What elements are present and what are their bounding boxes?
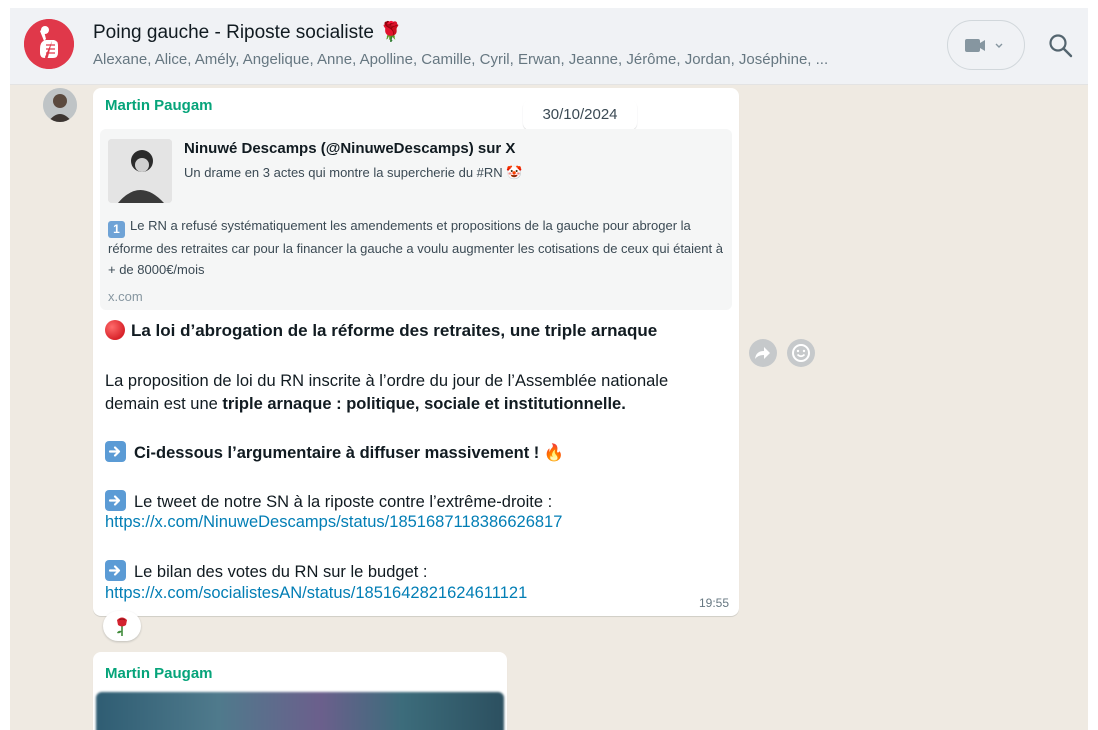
link-preview-subtitle: Un drame en 3 actes qui montre la superc… [184, 165, 523, 180]
link-preview-title: Ninuwé Descamps (@NinuweDescamps) sur X [184, 140, 516, 157]
message-bubble[interactable]: Martin Paugam 30/10/2024 Ninuwé Descamps… [93, 88, 739, 616]
message-headline: La loi d’abrogation de la réforme des re… [105, 320, 657, 341]
link-preview-domain: x.com [108, 289, 143, 304]
media-thumbnail[interactable] [96, 692, 504, 730]
react-button[interactable] [787, 339, 815, 367]
paragraph-bold-text: triple arnaque : politique, sociale et i… [222, 395, 626, 413]
search-button[interactable] [1046, 31, 1076, 61]
headline-text: La loi d’abrogation de la réforme des re… [131, 321, 658, 340]
right-arrow-icon [105, 560, 126, 581]
link-preview-description: 1 Le RN a refusé systématiquement les ame… [108, 215, 728, 280]
red-circle-icon [105, 320, 125, 340]
message-paragraph-line2: demain est une triple arnaque : politiqu… [105, 395, 626, 414]
callout-text: Ci-dessous l’argumentaire à diffuser mas… [134, 444, 565, 462]
link-preview-card[interactable]: Ninuwé Descamps (@NinuweDescamps) sur X … [100, 129, 732, 310]
chat-title[interactable]: Poing gauche - Riposte socialiste 🌹 [93, 20, 403, 44]
profile-photo-icon [108, 139, 172, 203]
forward-icon [755, 347, 770, 359]
message-paragraph-line1: La proposition de loi du RN inscrite à l… [105, 372, 669, 390]
paragraph-text: demain est une [105, 395, 223, 413]
tweet-label-line: Le tweet de notre SN à la riposte contre… [105, 490, 552, 512]
chat-area[interactable]: Martin Paugam 30/10/2024 Ninuwé Descamps… [10, 85, 1088, 730]
group-avatar[interactable] [24, 19, 74, 69]
message-sender[interactable]: Martin Paugam [105, 665, 213, 682]
window-right-margin [1088, 0, 1098, 730]
votes-label-text: Le bilan des votes du RN sur le budget : [134, 563, 428, 581]
tweet-link[interactable]: https://x.com/NinuweDescamps/status/1851… [105, 513, 562, 532]
fist-rose-logo-icon [24, 19, 74, 69]
tweet-label-text: Le tweet de notre SN à la riposte contre… [134, 493, 553, 511]
date-separator: 30/10/2024 [523, 100, 637, 130]
window-top-margin [0, 0, 1098, 8]
link-preview-thumbnail [108, 139, 172, 203]
video-call-button[interactable] [947, 20, 1025, 70]
message-sender[interactable]: Martin Paugam [105, 97, 213, 114]
search-icon [1049, 34, 1073, 58]
votes-label-line: Le bilan des votes du RN sur le budget : [105, 560, 428, 582]
window-left-margin [0, 0, 10, 730]
message-callout: Ci-dessous l’argumentaire à diffuser mas… [105, 441, 564, 463]
link-preview-body-text: Le RN a refusé systématiquement les amen… [108, 218, 723, 277]
votes-link[interactable]: https://x.com/socialistesAN/status/18516… [105, 584, 527, 603]
keycap-one-icon: 1 [108, 221, 125, 238]
chat-members-list[interactable]: Alexane, Alice, Amély, Angelique, Anne, … [93, 51, 913, 68]
chat-header[interactable]: Poing gauche - Riposte socialiste 🌹 Alex… [10, 8, 1088, 85]
right-arrow-icon [105, 490, 126, 511]
smiley-icon [792, 344, 810, 362]
message-timestamp: 19:55 [698, 596, 729, 610]
rose-icon [117, 617, 127, 636]
message-bubble[interactable]: Martin Paugam [93, 652, 507, 730]
forward-button[interactable] [749, 339, 777, 367]
message-reaction[interactable] [103, 611, 141, 641]
right-arrow-icon [105, 441, 126, 462]
user-photo-icon [43, 88, 77, 122]
video-call-icon [965, 39, 1003, 52]
avatar[interactable] [43, 88, 77, 122]
